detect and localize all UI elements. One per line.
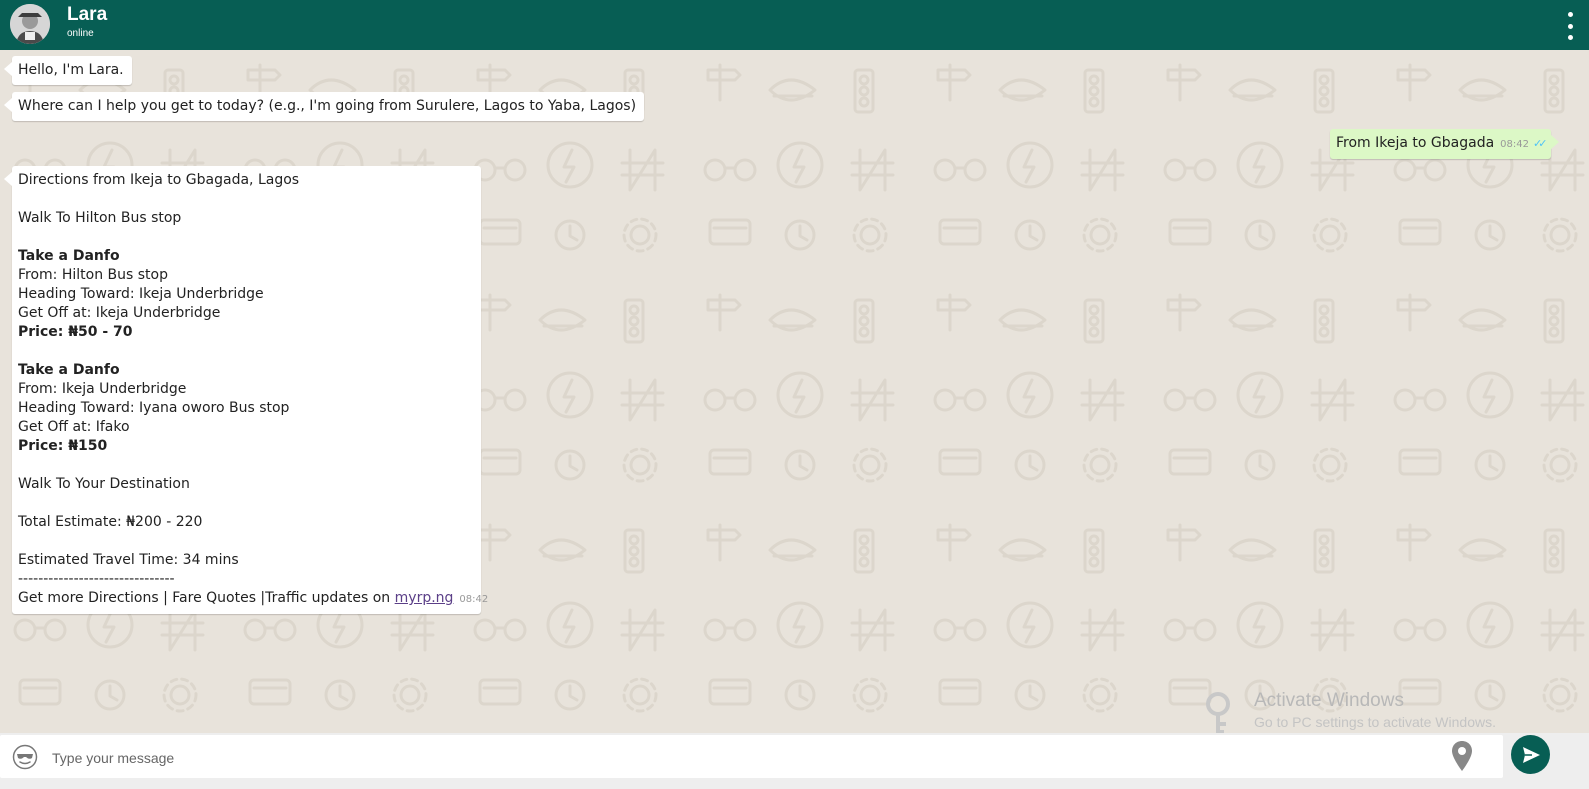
contact-avatar[interactable] [10, 4, 50, 44]
leg1-heading: Take a Danfo [18, 248, 120, 264]
contact-name: Lara [67, 4, 108, 25]
watermark-subtitle: Go to PC settings to activate Windows. [1254, 714, 1496, 730]
myrp-link[interactable]: myrp.ng [395, 590, 454, 606]
message-text: Where can I help you get to today? (e.g.… [18, 98, 637, 114]
user-avatar-icon [10, 4, 50, 44]
send-button[interactable] [1511, 735, 1550, 774]
message-text: From Ikeja to Gbagada [1336, 135, 1495, 151]
leg1-toward: Heading Toward: Ikeja Underbridge [18, 286, 264, 302]
walk-start: Walk To Hilton Bus stop [18, 210, 182, 226]
message-time: 08:42 [459, 594, 489, 605]
message-time: 08:42 [1500, 139, 1529, 150]
leg2-toward: Heading Toward: Iyana oworo Bus stop [18, 400, 290, 416]
footer-text: Get more Directions | Fare Quotes |Traff… [18, 590, 395, 606]
message-text: Hello, I'm Lara. [18, 62, 124, 78]
message-bubble-incoming: Where can I help you get to today? (e.g.… [3, 92, 645, 121]
walk-end: Walk To Your Destination [18, 476, 190, 492]
leg2-heading: Take a Danfo [18, 362, 120, 378]
leg1-from: From: Hilton Bus stop [18, 267, 168, 283]
contact-status: online [67, 28, 94, 39]
message-input[interactable] [50, 745, 1434, 771]
divider: ------------------------------- [18, 571, 175, 587]
leg2-getoff: Get Off at: Ifako [18, 419, 130, 435]
location-pin-icon[interactable] [1450, 739, 1474, 773]
leg1-price: Price: ₦50 - 70 [18, 324, 133, 340]
sunglasses-emoji-icon[interactable] [12, 744, 38, 770]
leg2-price: Price: ₦150 [18, 438, 108, 454]
watermark-title: Activate Windows [1254, 690, 1404, 711]
message-bubble-outgoing: From Ikeja to Gbagada 08:42 ✓✓ [1330, 129, 1560, 159]
send-icon [1522, 746, 1540, 763]
leg1-getoff: Get Off at: Ikeja Underbridge [18, 305, 221, 321]
travel-time: Estimated Travel Time: 34 mins [18, 552, 239, 568]
message-input-box [0, 735, 1503, 778]
leg2-from: From: Ikeja Underbridge [18, 381, 187, 397]
message-bubble-incoming: Hello, I'm Lara. [4, 56, 132, 85]
chat-header: Lara online [0, 0, 1589, 50]
message-composer [0, 733, 1589, 789]
read-receipt-icon: ✓✓ [1532, 137, 1548, 150]
more-vert-icon[interactable] [1565, 12, 1575, 40]
directions-message: Directions from Ikeja to Gbagada, Lagos … [4, 166, 488, 614]
directions-title: Directions from Ikeja to Gbagada, Lagos [18, 172, 300, 188]
total-estimate: Total Estimate: ₦200 - 220 [18, 514, 203, 530]
chat-area[interactable]: Hello, I'm Lara. Where can I help you ge… [0, 50, 1589, 733]
